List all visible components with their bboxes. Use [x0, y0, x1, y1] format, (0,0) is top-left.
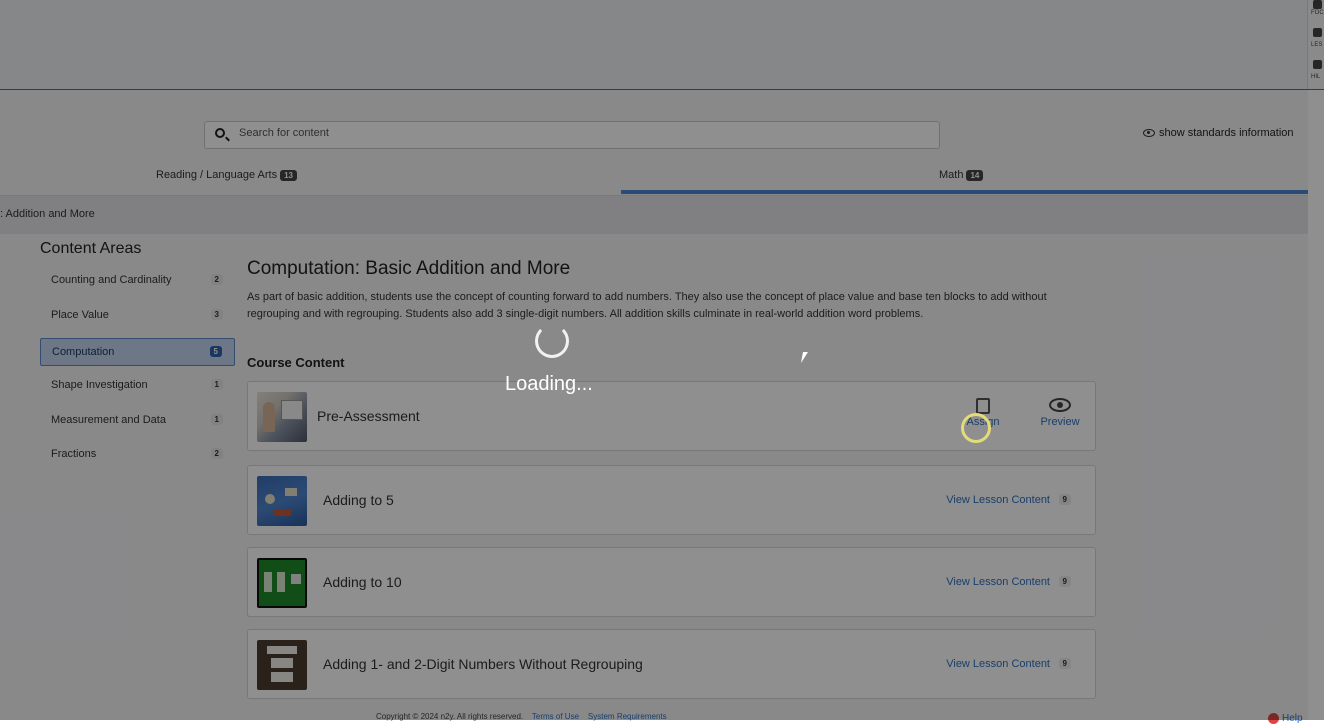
loading-spinner-icon: [535, 324, 569, 358]
loading-overlay: [0, 0, 1324, 720]
loading-text: Loading...: [505, 373, 593, 395]
click-indicator: [961, 413, 991, 443]
